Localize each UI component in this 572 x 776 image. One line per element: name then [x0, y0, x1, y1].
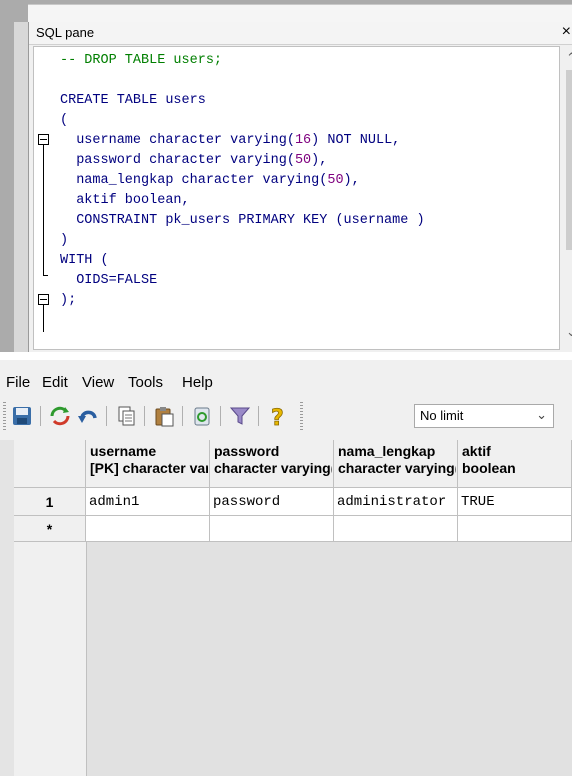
toolbar-separator [40, 406, 41, 426]
cell-nama-lengkap[interactable]: administrator [334, 488, 458, 516]
fold-guide [43, 145, 44, 275]
filter-icon[interactable] [228, 404, 252, 428]
sql-code-line[interactable]: ( [60, 111, 68, 131]
scroll-up-icon[interactable]: ⌃ [566, 50, 572, 66]
new-cell-username[interactable] [86, 516, 210, 542]
toolbar-separator [106, 406, 107, 426]
sql-code-line[interactable]: CREATE TABLE users [60, 91, 206, 111]
column-type: character varying(50) [214, 460, 332, 476]
column-type: character varying(50) [338, 460, 456, 476]
svg-text:?: ? [271, 406, 284, 428]
help-icon[interactable]: ? [266, 404, 290, 432]
grid-left-margin [0, 440, 14, 776]
sql-code-line[interactable]: OIDS=FALSE [60, 271, 157, 291]
cell-password[interactable]: password [210, 488, 334, 516]
column-header-aktif[interactable]: aktif boolean [458, 440, 572, 488]
chevron-down-icon[interactable]: ⌄ [536, 407, 547, 423]
toolbar-grip[interactable] [300, 402, 303, 430]
row-header[interactable]: 1 [14, 488, 86, 516]
fold-guide [43, 305, 44, 332]
pane-separator [0, 352, 572, 360]
sql-code-line[interactable]: CONSTRAINT pk_users PRIMARY KEY (usernam… [60, 211, 424, 231]
row-limit-select[interactable]: No limit ⌄ [414, 404, 554, 428]
refresh-icon[interactable] [48, 404, 72, 428]
sql-code-line[interactable]: ) [60, 231, 68, 251]
new-cell-nama-lengkap[interactable] [334, 516, 458, 542]
sql-code-line[interactable]: username character varying(16) NOT NULL, [60, 131, 400, 151]
column-name: username [90, 443, 157, 459]
sql-code-line[interactable]: -- DROP TABLE users; [60, 51, 222, 71]
sql-code-area[interactable]: -- DROP TABLE users; CREATE TABLE users( … [34, 47, 559, 332]
delete-icon[interactable] [190, 404, 214, 428]
vertical-scroll-thumb[interactable] [566, 70, 572, 250]
menu-edit[interactable]: Edit [42, 374, 68, 391]
column-name: nama_lengkap [338, 443, 436, 459]
column-type: [PK] character varying(16) [90, 460, 208, 476]
sql-code-line[interactable]: ); [60, 291, 76, 311]
column-name: password [214, 443, 280, 459]
menu-tools[interactable]: Tools [128, 374, 163, 391]
row-header-column [14, 542, 87, 776]
fold-collapse-icon[interactable] [38, 134, 49, 145]
column-header-username[interactable]: username [PK] character varying(16) [86, 440, 210, 488]
pane-top-edge [28, 4, 572, 23]
data-grid: username [PK] character varying(16) pass… [14, 440, 572, 776]
toolbar-separator [258, 406, 259, 426]
grid-corner[interactable] [14, 440, 86, 488]
sql-code-line[interactable]: nama_lengkap character varying(50), [60, 171, 360, 191]
toolbar-separator [220, 406, 221, 426]
column-header-nama-lengkap[interactable]: nama_lengkap character varying(50) [334, 440, 458, 488]
undo-icon[interactable] [76, 404, 100, 428]
new-cell-password[interactable] [210, 516, 334, 542]
toolbar-separator [182, 406, 183, 426]
scroll-down-icon[interactable]: ⌄ [566, 324, 572, 340]
close-icon[interactable]: × [562, 23, 571, 41]
sql-pane: SQL pane × -- DROP TABLE users; CREATE TA… [28, 22, 572, 352]
new-cell-aktif[interactable] [458, 516, 572, 542]
paste-icon[interactable] [152, 404, 176, 428]
sql-code-line[interactable]: aktif boolean, [60, 191, 189, 211]
left-dock-splitter[interactable] [14, 22, 28, 352]
column-type: boolean [462, 460, 516, 476]
menu-view[interactable]: View [82, 374, 114, 391]
sql-pane-header: SQL pane × [29, 22, 572, 45]
save-icon[interactable] [10, 404, 34, 428]
new-row-header[interactable]: * [14, 516, 86, 542]
fold-end-tick [43, 275, 48, 276]
toolbar-separator [144, 406, 145, 426]
toolbar-grip[interactable] [3, 402, 6, 430]
menu-file[interactable]: File [6, 374, 30, 391]
menu-bar: File Edit View Tools Help [0, 360, 572, 396]
menu-help[interactable]: Help [182, 374, 213, 391]
row-limit-value: No limit [420, 408, 464, 423]
column-name: aktif [462, 443, 491, 459]
fold-collapse-icon[interactable] [38, 294, 49, 305]
copy-icon[interactable] [114, 404, 138, 428]
cell-username[interactable]: admin1 [86, 488, 210, 516]
column-header-password[interactable]: password character varying(50) [210, 440, 334, 488]
sql-code-line[interactable]: password character varying(50), [60, 151, 327, 171]
sql-code-line[interactable]: WITH ( [60, 251, 109, 271]
sql-editor[interactable]: -- DROP TABLE users; CREATE TABLE users( … [33, 46, 560, 350]
sql-pane-title: SQL pane [36, 25, 95, 40]
cell-aktif[interactable]: TRUE [458, 488, 572, 516]
